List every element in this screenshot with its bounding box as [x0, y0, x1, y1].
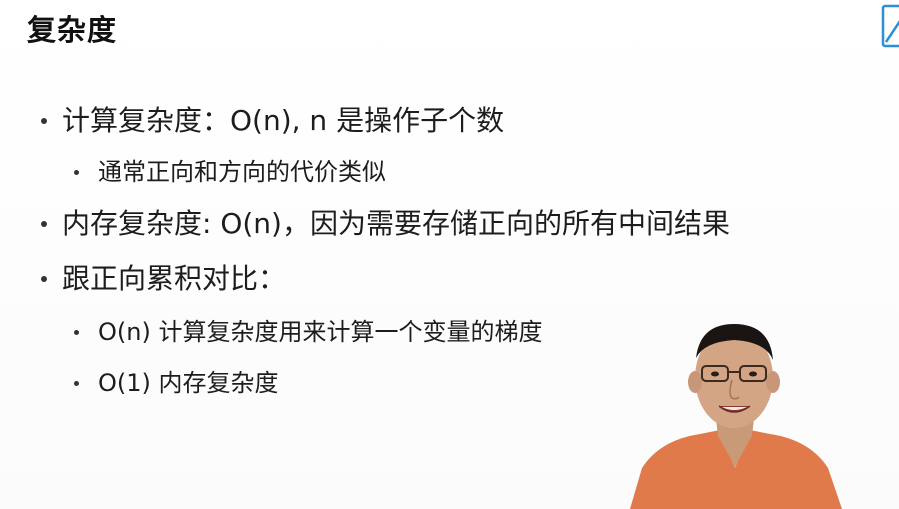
bullet-text: O(1) 内存复杂度: [98, 369, 279, 397]
bullet-dot-icon: [41, 221, 47, 227]
bullet-item: O(1) 内存复杂度: [74, 366, 279, 400]
bullet-dot-icon: [74, 170, 79, 175]
bullet-item: 内存复杂度: O(n)，因为需要存储正向的所有中间结果: [41, 204, 730, 244]
bullet-text: O(n) 计算复杂度用来计算一个变量的梯度: [98, 318, 543, 346]
bullet-dot-icon: [74, 381, 79, 386]
bullet-dot-icon: [41, 276, 47, 282]
bullet-item: O(n) 计算复杂度用来计算一个变量的梯度: [74, 315, 543, 349]
bullet-dot-icon: [74, 330, 79, 335]
bullet-text: 计算复杂度：O(n), n 是操作子个数: [62, 104, 505, 137]
bullet-text: 跟正向累积对比：: [62, 262, 287, 295]
slide-title: 复杂度: [27, 13, 118, 47]
bullet-dot-icon: [41, 118, 47, 124]
slide-corner-icon: [881, 4, 899, 48]
slide-canvas: 复杂度 计算复杂度：O(n), n 是操作子个数 通常正向和方向的代价类似 内存…: [0, 0, 899, 509]
bullet-text: 通常正向和方向的代价类似: [98, 158, 386, 186]
bullet-item: 跟正向累积对比：: [41, 259, 287, 299]
bullet-item: 计算复杂度：O(n), n 是操作子个数: [41, 101, 505, 141]
bullet-item: 通常正向和方向的代价类似: [74, 155, 386, 189]
presenter-video: [630, 324, 842, 509]
bullet-text: 内存复杂度: O(n)，因为需要存储正向的所有中间结果: [62, 207, 730, 240]
